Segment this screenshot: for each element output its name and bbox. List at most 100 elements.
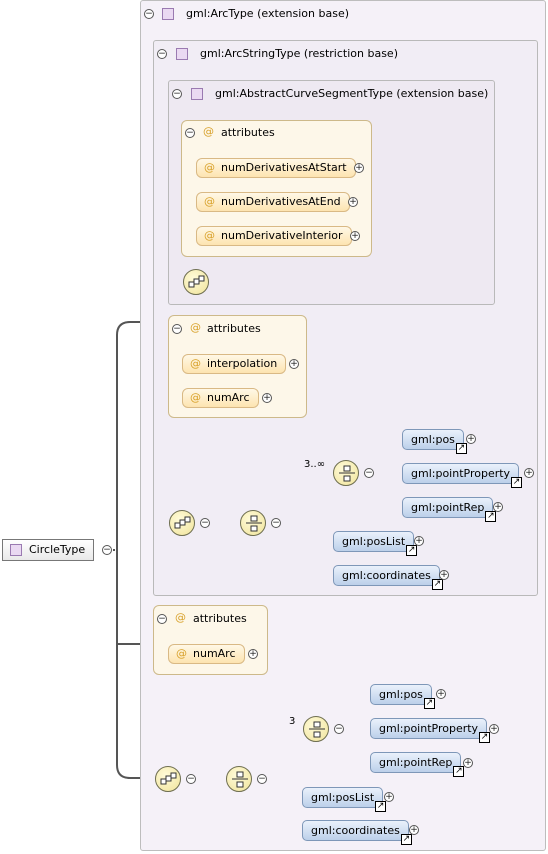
element-label: gml:pos bbox=[411, 433, 455, 446]
sequence-compositor-icon[interactable] bbox=[240, 510, 266, 536]
element-gml-point-rep[interactable]: gml:pointRep ↗ bbox=[370, 752, 465, 777]
element-gml-pos-list[interactable]: gml:posList ↗ bbox=[302, 787, 387, 812]
attributes-label: attributes bbox=[221, 126, 275, 139]
attributes-label: attributes bbox=[207, 322, 261, 335]
attribute-num-arc[interactable]: @ numArc bbox=[168, 644, 245, 664]
attribute-label: numDerivativesAtEnd bbox=[221, 195, 341, 208]
expand-toggle[interactable]: + bbox=[409, 825, 419, 835]
complex-type-icon bbox=[191, 88, 203, 100]
attribute-icon: @ bbox=[204, 229, 215, 242]
element-label: gml:pointRep bbox=[379, 756, 453, 769]
cardinality-label: 3..∞ bbox=[304, 459, 326, 470]
complex-type-icon bbox=[162, 8, 174, 20]
reference-arrow-icon: ↗ bbox=[406, 545, 418, 556]
element-label: gml:pointRep bbox=[411, 501, 485, 514]
expand-toggle[interactable]: + bbox=[524, 468, 534, 478]
attributes-label: attributes bbox=[193, 612, 247, 625]
reference-arrow-icon: ↗ bbox=[400, 834, 412, 845]
attribute-num-derivatives-at-end[interactable]: @ numDerivativesAtEnd bbox=[196, 192, 350, 212]
collapse-toggle[interactable]: − bbox=[334, 724, 344, 734]
attribute-num-derivative-interior[interactable]: @ numDerivativeInterior bbox=[196, 226, 352, 246]
element-gml-coordinates[interactable]: gml:coordinates ↗ bbox=[333, 565, 443, 590]
element-gml-coordinates[interactable]: gml:coordinates ↗ bbox=[302, 820, 412, 845]
collapse-toggle[interactable]: − bbox=[186, 774, 196, 784]
arc-string-type-label: gml:ArcStringType (restriction base) bbox=[200, 47, 398, 60]
expand-toggle[interactable]: + bbox=[289, 359, 299, 369]
reference-arrow-icon: ↗ bbox=[455, 443, 467, 454]
element-label: gml:coordinates bbox=[342, 569, 431, 582]
attribute-icon: @ bbox=[204, 195, 215, 208]
attribute-label: interpolation bbox=[207, 357, 278, 370]
attribute-label: numArc bbox=[193, 647, 236, 660]
element-label: gml:pos bbox=[379, 688, 423, 701]
collapse-attributes-toggle[interactable]: − bbox=[185, 128, 195, 138]
attribute-label: numDerivativeInterior bbox=[221, 229, 343, 242]
arc-type-label: gml:ArcType (extension base) bbox=[186, 7, 350, 20]
attribute-label: numDerivativesAtStart bbox=[221, 161, 347, 174]
element-label: gml:posList bbox=[311, 791, 375, 804]
element-label: gml:pointProperty bbox=[411, 467, 511, 480]
attribute-interpolation[interactable]: @ interpolation bbox=[182, 354, 287, 374]
collapse-attributes-toggle[interactable]: − bbox=[172, 324, 182, 334]
sequence-compositor-icon[interactable] bbox=[169, 510, 195, 536]
reference-arrow-icon: ↗ bbox=[479, 732, 491, 743]
choice-compositor-icon[interactable] bbox=[333, 460, 359, 486]
complex-type-icon bbox=[176, 48, 188, 60]
expand-toggle[interactable]: + bbox=[248, 649, 258, 659]
attribute-label: numArc bbox=[207, 391, 250, 404]
reference-arrow-icon: ↗ bbox=[431, 579, 443, 590]
element-label: gml:coordinates bbox=[311, 824, 400, 837]
expand-toggle[interactable]: + bbox=[262, 393, 272, 403]
sequence-compositor-icon[interactable] bbox=[226, 766, 252, 792]
collapse-toggle[interactable]: − bbox=[364, 468, 374, 478]
expand-toggle[interactable]: + bbox=[354, 163, 364, 173]
attribute-num-derivatives-at-start[interactable]: @ numDerivativesAtStart bbox=[196, 158, 356, 178]
expand-toggle[interactable]: + bbox=[414, 536, 424, 546]
attribute-num-arc[interactable]: @ numArc bbox=[182, 388, 259, 408]
reference-arrow-icon: ↗ bbox=[375, 801, 387, 812]
collapse-attributes-toggle[interactable]: − bbox=[157, 614, 167, 624]
cardinality-label: 3 bbox=[289, 716, 296, 727]
element-gml-point-property[interactable]: gml:pointProperty ↗ bbox=[370, 718, 491, 743]
expand-toggle[interactable]: + bbox=[350, 231, 360, 241]
expand-toggle[interactable]: + bbox=[384, 792, 394, 802]
sequence-compositor-icon[interactable] bbox=[155, 766, 181, 792]
circle-type-node[interactable]: CircleType bbox=[2, 539, 95, 561]
element-gml-pos[interactable]: gml:pos ↗ bbox=[402, 429, 467, 454]
element-gml-point-rep[interactable]: gml:pointRep ↗ bbox=[402, 497, 497, 522]
attribute-icon: @ bbox=[176, 647, 187, 660]
complex-type-icon bbox=[10, 544, 22, 556]
element-label: gml:posList bbox=[342, 535, 406, 548]
element-gml-pos[interactable]: gml:pos ↗ bbox=[370, 684, 435, 709]
sequence-compositor-icon[interactable] bbox=[183, 269, 209, 295]
expand-toggle[interactable]: + bbox=[436, 689, 446, 699]
expand-toggle[interactable]: + bbox=[466, 434, 476, 444]
collapse-abstract-curve-toggle[interactable]: − bbox=[172, 89, 182, 99]
attribute-icon: @ bbox=[204, 161, 215, 174]
collapse-circle-type-toggle[interactable]: − bbox=[102, 545, 112, 555]
reference-arrow-icon: ↗ bbox=[423, 698, 435, 709]
attribute-icon: @ bbox=[190, 357, 201, 370]
element-label: gml:pointProperty bbox=[379, 722, 479, 735]
expand-toggle[interactable]: + bbox=[489, 724, 499, 734]
collapse-toggle[interactable]: − bbox=[257, 774, 267, 784]
choice-compositor-icon[interactable] bbox=[303, 716, 329, 742]
element-gml-pos-list[interactable]: gml:posList ↗ bbox=[333, 531, 418, 556]
collapse-arc-string-type-toggle[interactable]: − bbox=[157, 49, 167, 59]
expand-toggle[interactable]: + bbox=[493, 502, 503, 512]
collapse-toggle[interactable]: − bbox=[271, 518, 281, 528]
element-gml-point-property[interactable]: gml:pointProperty ↗ bbox=[402, 463, 523, 488]
collapse-arc-type-toggle[interactable]: − bbox=[144, 9, 154, 19]
reference-arrow-icon: ↗ bbox=[485, 511, 497, 522]
attribute-icon: @ bbox=[190, 391, 201, 404]
reference-arrow-icon: ↗ bbox=[511, 477, 523, 488]
circle-type-label: CircleType bbox=[29, 543, 86, 556]
abstract-curve-label: gml:AbstractCurveSegmentType (extension … bbox=[215, 87, 489, 100]
expand-toggle[interactable]: + bbox=[463, 758, 473, 768]
attribute-icon: @ bbox=[203, 125, 214, 138]
attribute-icon: @ bbox=[175, 611, 186, 624]
reference-arrow-icon: ↗ bbox=[453, 766, 465, 777]
expand-toggle[interactable]: + bbox=[348, 197, 358, 207]
expand-toggle[interactable]: + bbox=[439, 570, 449, 580]
collapse-toggle[interactable]: − bbox=[200, 518, 210, 528]
